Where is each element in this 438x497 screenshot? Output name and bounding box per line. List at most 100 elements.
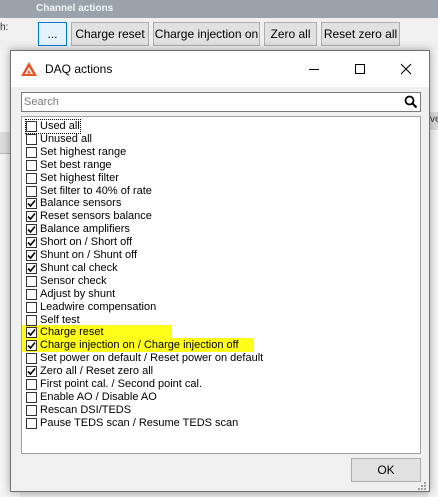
list-item[interactable]: Charge reset (26, 326, 104, 339)
daq-actions-dialog: DAQ actions Used allUnused allSet highes… (10, 50, 430, 492)
list-item-label: Leadwire compensation (40, 300, 157, 313)
list-item[interactable]: Pause TEDS scan / Resume TEDS scan (26, 417, 238, 430)
section-title: Channel actions (36, 3, 114, 14)
list-item[interactable]: Rescan DSI/TEDS (26, 404, 131, 417)
list-item-label: Enable AO / Disable AO (40, 390, 157, 403)
list-item[interactable]: Unused all (26, 133, 92, 146)
checkbox-unchecked[interactable] (26, 314, 37, 326)
list-item[interactable]: Short on / Short off (26, 236, 132, 249)
list-item[interactable]: Zero all / Reset zero all (26, 365, 153, 378)
side-label: h: (0, 22, 9, 33)
list-item[interactable]: Set highest filter (26, 172, 119, 185)
actions-checklist[interactable]: Used all Unused all Set highest range Set b… (21, 116, 421, 454)
ok-button[interactable]: OK (351, 458, 421, 482)
checkbox-unchecked[interactable] (26, 353, 37, 365)
check-icon (27, 200, 36, 208)
checkbox-unchecked[interactable] (26, 275, 37, 287)
more-actions-button[interactable]: ... (38, 22, 67, 46)
close-icon (400, 63, 412, 75)
list-item[interactable]: Leadwire compensation (26, 301, 156, 314)
checkbox-unchecked[interactable] (26, 159, 37, 171)
channel-actions-header: Channel actions (0, 0, 438, 18)
list-item-label: Rescan DSI/TEDS (40, 403, 132, 416)
list-item-label: Shunt on / Shunt off (40, 249, 138, 261)
checkbox-unchecked[interactable] (26, 379, 37, 390)
close-button[interactable] (383, 51, 429, 87)
checkbox-checked[interactable] (26, 262, 37, 274)
list-item-label: Charge reset (40, 326, 104, 339)
list-item[interactable]: First point cal. / Second point cal. (26, 378, 202, 391)
checkbox-checked[interactable] (26, 366, 37, 378)
checkbox-unchecked[interactable] (26, 185, 37, 197)
list-item-label: Balance sensors (40, 197, 122, 210)
list-item-label: Pause TEDS scan / Resume TEDS scan (40, 416, 239, 429)
charge-injection-on-button[interactable]: Charge injection on (153, 22, 260, 46)
list-item[interactable]: Sensor check (26, 275, 107, 288)
list-item-label: Used all (40, 120, 80, 132)
checkbox-unchecked[interactable] (26, 133, 37, 145)
list-item[interactable]: Shunt on / Shunt off (26, 249, 137, 262)
list-item-label: Reset sensors balance (40, 210, 152, 223)
dialog-title: DAQ actions (45, 62, 113, 76)
list-item[interactable]: Shunt cal check (26, 262, 118, 275)
list-item[interactable]: Enable AO / Disable AO (26, 391, 157, 404)
dialog-titlebar[interactable]: DAQ actions (11, 51, 429, 87)
checkbox-checked[interactable] (26, 198, 37, 210)
checkbox-unchecked[interactable] (26, 121, 37, 132)
checkbox-unchecked[interactable] (26, 146, 37, 158)
list-item-label: Charge injection on / Charge injection o… (40, 339, 239, 352)
checkbox-unchecked[interactable] (26, 288, 37, 300)
checkbox-unchecked[interactable] (26, 417, 37, 429)
list-item-label: Self test (40, 313, 80, 326)
list-item[interactable]: Balance amplifiers (26, 223, 130, 236)
list-item[interactable]: Used all (25, 119, 81, 134)
search-box (21, 92, 421, 112)
checkbox-checked[interactable] (26, 327, 37, 339)
minimize-button[interactable] (291, 51, 337, 87)
list-item-label: Unused all (40, 132, 92, 145)
maximize-button[interactable] (337, 51, 383, 87)
list-item[interactable]: Adjust by shunt (26, 288, 115, 301)
list-item-label: First point cal. / Second point cal. (40, 378, 203, 390)
background-grid-right-label: ve (430, 114, 438, 125)
resize-grip-icon[interactable] (417, 481, 427, 491)
list-item[interactable]: Set power on default / Reset power on de… (26, 352, 263, 365)
list-item[interactable]: Reset sensors balance (26, 210, 152, 223)
list-item-label: Set highest range (40, 145, 127, 158)
check-icon (27, 213, 36, 221)
list-item[interactable]: Charge injection on / Charge injection o… (26, 339, 239, 352)
check-icon (27, 264, 36, 273)
checkbox-checked[interactable] (26, 211, 37, 223)
checkbox-unchecked[interactable] (26, 404, 37, 416)
list-item-label: Adjust by shunt (40, 287, 116, 300)
check-icon (27, 342, 36, 350)
checkbox-checked[interactable] (26, 250, 37, 261)
list-item[interactable]: Set filter to 40% of rate (26, 185, 152, 198)
app-logo-icon (21, 62, 37, 76)
charge-reset-button[interactable]: Charge reset (71, 22, 149, 46)
search-input[interactable] (24, 94, 399, 110)
minimize-icon (309, 69, 319, 70)
list-item-label: Set power on default / Reset power on de… (40, 352, 264, 365)
maximize-icon (355, 64, 365, 74)
list-item-label: Zero all / Reset zero all (40, 365, 154, 378)
channel-actions-toolbar: h: ... Charge reset Charge injection on … (0, 18, 438, 50)
checkbox-unchecked[interactable] (26, 301, 37, 313)
zero-all-button[interactable]: Zero all (264, 22, 317, 46)
checkbox-checked[interactable] (26, 237, 37, 249)
list-item-label: Set best range (40, 158, 112, 171)
list-item[interactable]: Set best range (26, 159, 112, 172)
checkbox-checked[interactable] (26, 224, 37, 236)
search-icon[interactable] (404, 95, 418, 109)
list-item-label: Shunt cal check (40, 261, 118, 274)
checkbox-checked[interactable] (26, 340, 37, 352)
checkbox-unchecked[interactable] (26, 172, 37, 184)
list-item-label: Sensor check (40, 274, 107, 287)
list-item[interactable]: Set highest range (26, 146, 126, 159)
check-icon (27, 368, 36, 376)
list-item-label: Balance amplifiers (40, 223, 130, 236)
list-item[interactable]: Self test (26, 314, 80, 327)
reset-zero-all-button[interactable]: Reset zero all (321, 22, 400, 46)
checkbox-unchecked[interactable] (26, 391, 37, 403)
list-item[interactable]: Balance sensors (26, 197, 121, 210)
